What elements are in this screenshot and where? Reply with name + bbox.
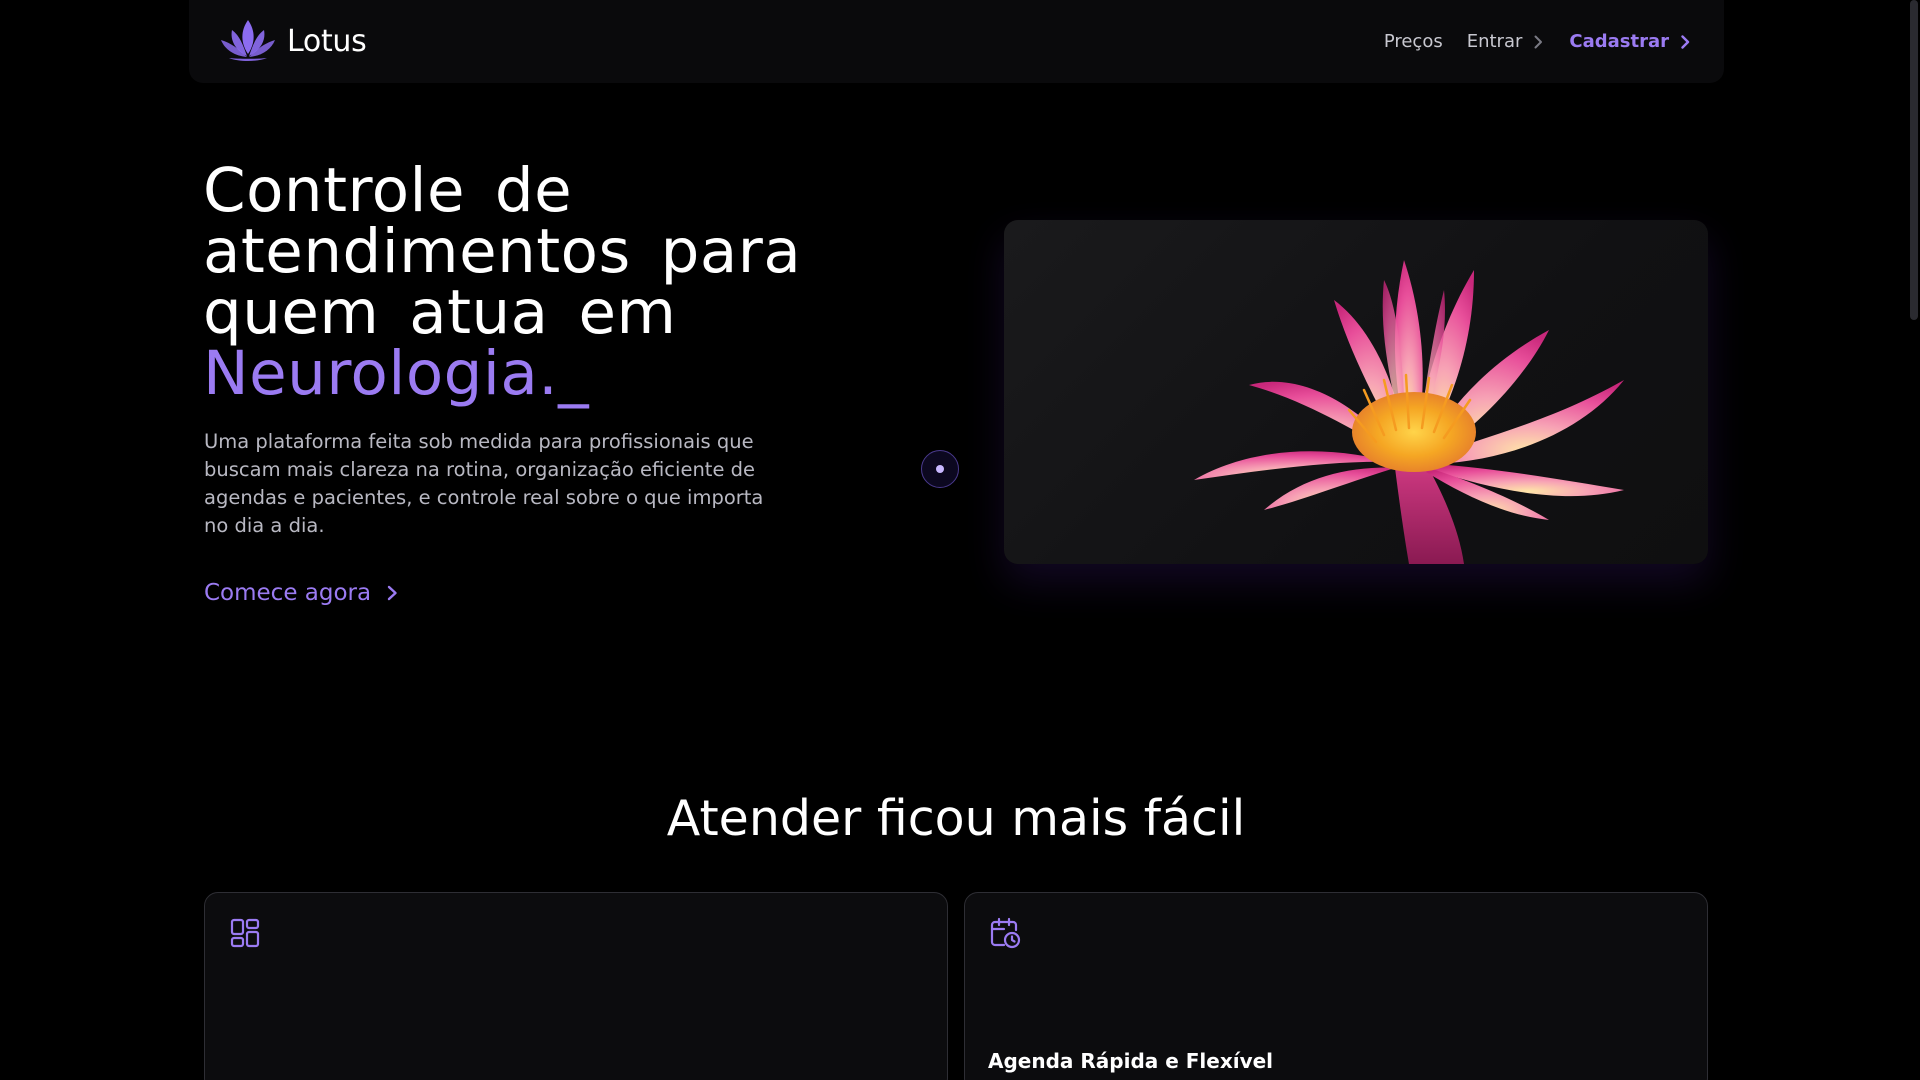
get-started-label: Comece agora bbox=[204, 580, 372, 606]
brand-name: Lotus bbox=[287, 23, 367, 59]
calendar-clock-icon bbox=[990, 917, 1021, 949]
dashboard-icon bbox=[230, 918, 260, 948]
features-section-title: Atender ficou mais fácil bbox=[666, 790, 1246, 847]
hero-description: Uma plataforma feita sob medida para pro… bbox=[204, 430, 764, 537]
feature-card bbox=[204, 892, 948, 1080]
top-navbar: Lotus Preços Entrar Cadastrar bbox=[189, 0, 1724, 83]
chevron-right-icon bbox=[1534, 35, 1543, 48]
typing-cursor: _ bbox=[558, 338, 590, 409]
page-scrollbar[interactable] bbox=[1908, 0, 1920, 1080]
feature-card: Agenda Rápida e Flexível bbox=[964, 892, 1708, 1080]
brand-logo-link[interactable]: Lotus bbox=[219, 18, 367, 64]
nav-link-login-label: Entrar bbox=[1466, 31, 1523, 52]
hero-title: Controle de atendimentos para quem atua … bbox=[203, 160, 801, 404]
landing-page: Lotus Preços Entrar Cadastrar Controle d… bbox=[0, 0, 1920, 1080]
hero-title-highlight: Neurologia. bbox=[203, 338, 559, 409]
nav-link-signup-label: Cadastrar bbox=[1569, 31, 1669, 52]
nav-links: Preços Entrar Cadastrar bbox=[1384, 0, 1690, 83]
get-started-button[interactable]: Comece agora bbox=[204, 580, 398, 606]
chevron-right-icon bbox=[387, 585, 397, 601]
lotus-flower-illustration bbox=[1194, 260, 1624, 564]
nav-link-signup[interactable]: Cadastrar bbox=[1569, 31, 1690, 52]
scrollbar-thumb[interactable] bbox=[1910, 0, 1918, 320]
nav-link-login[interactable]: Entrar bbox=[1467, 31, 1544, 52]
chevron-right-icon bbox=[1681, 34, 1690, 49]
feature-card-title: Agenda Rápida e Flexível bbox=[988, 1049, 1274, 1073]
carousel-indicator[interactable] bbox=[921, 450, 959, 488]
nav-link-pricing[interactable]: Preços bbox=[1384, 31, 1443, 52]
lotus-logo-icon bbox=[221, 20, 275, 61]
hero-lotus-image bbox=[1004, 220, 1708, 564]
